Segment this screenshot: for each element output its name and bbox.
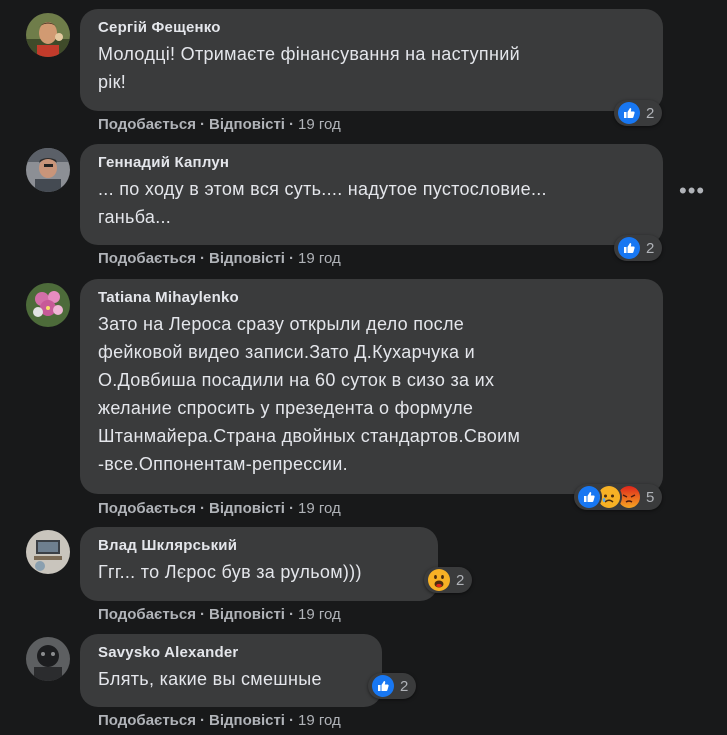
comment-line: Ггг... то Лєрос був за рульом))) <box>98 562 362 582</box>
reaction-summary[interactable]: 2 <box>614 235 663 261</box>
reply-button[interactable]: Відповісті <box>209 250 285 267</box>
reaction-count: 2 <box>646 239 655 257</box>
comment-line: фейковой видео записи.Зато Д.Кухарчука и <box>98 342 476 362</box>
comment-text: Зато на Лероса сразу открыли дело после … <box>98 310 647 478</box>
comment-author[interactable]: Влад Шклярський <box>98 536 422 556</box>
comment-line: Блять, какие вы смешные <box>98 669 322 689</box>
comment-bubble: Tatiana Mihaylenko Зато на Лероса сразу … <box>80 279 663 494</box>
reply-button[interactable]: Відповісті <box>209 606 285 623</box>
comment-text: ... по ходу в этом вся суть.... надутое … <box>98 175 647 231</box>
comment-line: рік! <box>98 72 127 92</box>
separator: · <box>288 606 294 623</box>
like-reaction-icon <box>616 235 642 261</box>
avatar[interactable] <box>26 530 70 574</box>
comment-author[interactable]: Сергій Фещенко <box>98 18 647 38</box>
reaction-count: 2 <box>400 677 409 695</box>
comment-text: Молодці! Отримаєте фінансування на насту… <box>98 40 647 96</box>
comment-actions: Подобається · Відповісті · 19 год <box>98 116 341 133</box>
comment-line: ... по ходу в этом вся суть.... надутое … <box>98 179 547 199</box>
comment-timestamp[interactable]: 19 год <box>298 250 341 267</box>
comment-line: Молодці! Отримаєте фінансування на насту… <box>98 44 520 64</box>
reaction-count: 2 <box>646 104 655 122</box>
avatar[interactable] <box>26 13 70 57</box>
more-options-button[interactable]: ••• <box>679 180 704 204</box>
wow-reaction-icon <box>426 567 452 593</box>
separator: · <box>199 500 205 517</box>
comment-actions: Подобається · Відповісті · 19 год <box>98 500 341 517</box>
like-button[interactable]: Подобається <box>98 500 196 517</box>
comment-bubble: Сергій Фещенко Молодці! Отримаєте фінанс… <box>80 9 663 111</box>
comment-timestamp[interactable]: 19 год <box>298 712 341 729</box>
comment-line: -все.Оппонентам-репрессии. <box>98 454 348 474</box>
like-reaction-icon <box>370 673 396 699</box>
comment-line: Штанмайера.Страна двойных стандартов.Сво… <box>98 426 521 446</box>
separator: · <box>199 712 205 729</box>
comment-author[interactable]: Savysko Alexander <box>98 643 366 663</box>
comment-timestamp[interactable]: 19 год <box>298 500 341 517</box>
avatar[interactable] <box>26 283 70 327</box>
reaction-summary[interactable]: 2 <box>424 567 473 593</box>
comment-line: О.Довбиша посадили на 60 суток в сизо за… <box>98 370 495 390</box>
reaction-summary[interactable]: 2 <box>614 100 663 126</box>
comment-line: ганьба... <box>98 207 172 227</box>
comment-bubble: Геннадий Каплун ... по ходу в этом вся с… <box>80 144 663 245</box>
reply-button[interactable]: Відповісті <box>209 116 285 133</box>
reply-button[interactable]: Відповісті <box>209 712 285 729</box>
comment-actions: Подобається · Відповісті · 19 год <box>98 606 341 623</box>
comment-timestamp[interactable]: 19 год <box>298 606 341 623</box>
separator: · <box>288 116 294 133</box>
comment-timestamp[interactable]: 19 год <box>298 116 341 133</box>
separator: · <box>288 712 294 729</box>
like-button[interactable]: Подобається <box>98 712 196 729</box>
reaction-summary[interactable]: 5 <box>574 484 663 510</box>
like-button[interactable]: Подобається <box>98 116 196 133</box>
comment-line: желание спросить у презедента о формуле <box>98 398 474 418</box>
comment-actions: Подобається · Відповісті · 19 год <box>98 712 341 729</box>
like-button[interactable]: Подобається <box>98 250 196 267</box>
comment-line: Зато на Лероса сразу открыли дело после <box>98 314 465 334</box>
like-button[interactable]: Подобається <box>98 606 196 623</box>
comment-author[interactable]: Tatiana Mihaylenko <box>98 288 647 308</box>
comment-author[interactable]: Геннадий Каплун <box>98 153 647 173</box>
separator: · <box>199 250 205 267</box>
separator: · <box>288 250 294 267</box>
reaction-summary[interactable]: 2 <box>368 673 417 699</box>
comment-actions: Подобається · Відповісті · 19 год <box>98 250 341 267</box>
separator: · <box>199 116 205 133</box>
reply-button[interactable]: Відповісті <box>209 500 285 517</box>
like-reaction-icon <box>616 100 642 126</box>
comment-text: Ггг... то Лєрос був за рульом))) <box>98 558 422 586</box>
comment-bubble: Savysko Alexander Блять, какие вы смешны… <box>80 634 382 707</box>
avatar[interactable] <box>26 148 70 192</box>
like-reaction-icon <box>576 484 602 510</box>
separator: · <box>288 500 294 517</box>
separator: · <box>199 606 205 623</box>
avatar[interactable] <box>26 637 70 681</box>
comment-bubble: Влад Шклярський Ггг... то Лєрос був за р… <box>80 527 438 601</box>
comment-text: Блять, какие вы смешные <box>98 665 366 693</box>
reaction-count: 2 <box>456 571 465 589</box>
reaction-count: 5 <box>646 488 655 506</box>
